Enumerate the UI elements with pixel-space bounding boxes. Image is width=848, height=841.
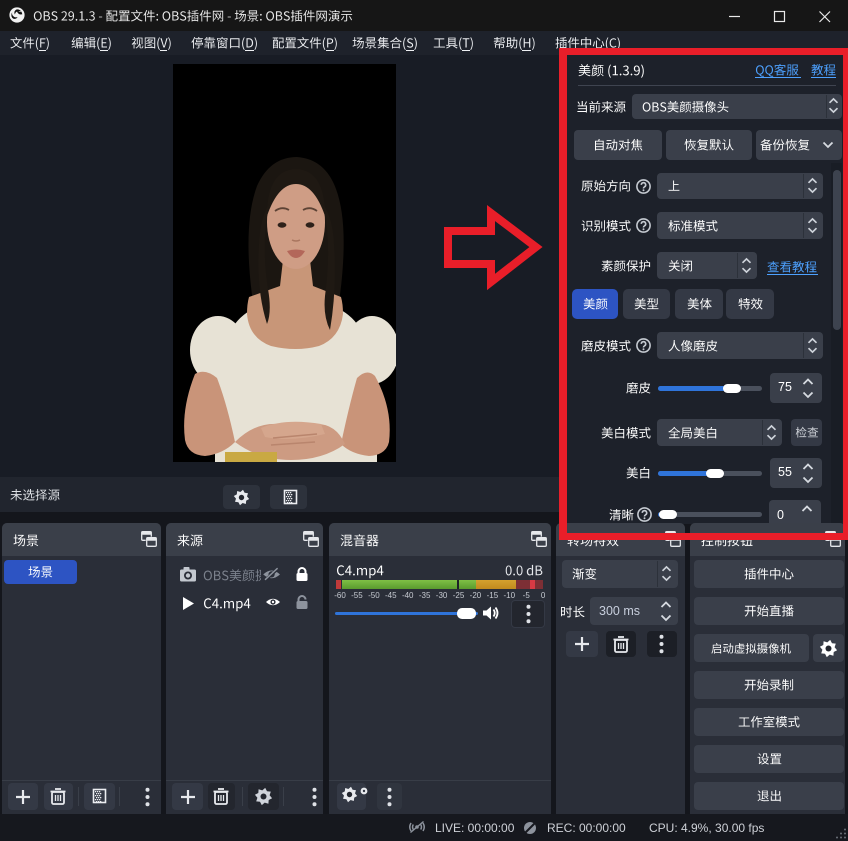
- svg-text:-10: -10: [504, 591, 516, 600]
- svg-text:-15: -15: [487, 591, 499, 600]
- svg-text:-60: -60: [334, 591, 346, 600]
- svg-text:-55: -55: [351, 591, 363, 600]
- svg-text:-30: -30: [436, 591, 448, 600]
- svg-text:-35: -35: [419, 591, 431, 600]
- svg-text:-40: -40: [402, 591, 414, 600]
- svg-text:-20: -20: [470, 591, 482, 600]
- svg-text:-5: -5: [523, 591, 531, 600]
- svg-text:0: 0: [541, 591, 546, 600]
- svg-text:-45: -45: [385, 591, 397, 600]
- svg-text:-25: -25: [453, 591, 465, 600]
- svg-text:-50: -50: [368, 591, 380, 600]
